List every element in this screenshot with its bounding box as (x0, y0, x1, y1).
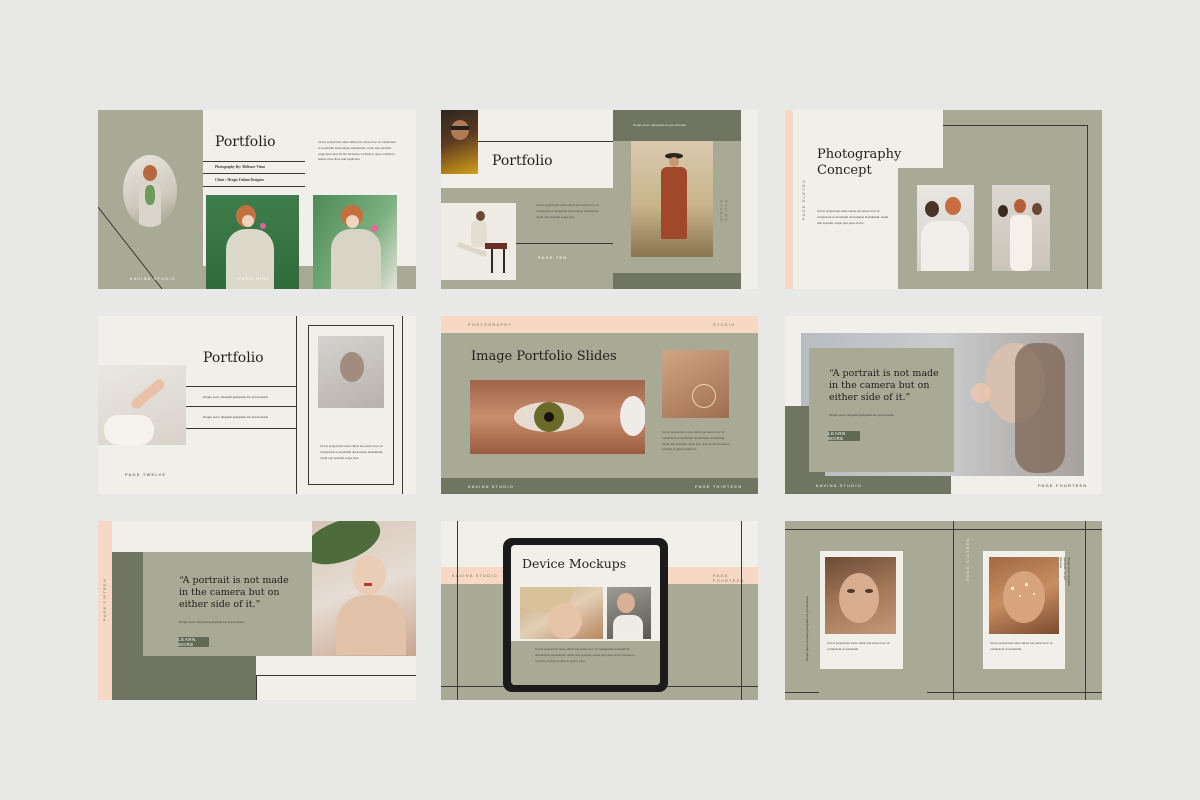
slide-portfolio-2[interactable]: Portfolio Sed ut perspiciatis unde omnis… (441, 110, 758, 289)
freckles-portrait-photo (989, 557, 1059, 634)
frame-left (296, 316, 297, 494)
footer-right: PAGE NINE (238, 276, 271, 281)
body-text: Sed ut perspiciatis unde omnis iste natu… (662, 430, 730, 452)
slide-device-mockups[interactable]: KAVINA STUDIO PAGE FOURTEEN Device Mocku… (441, 521, 758, 700)
slide-image-portfolio[interactable]: PHOTOGRAPHY STUDIO KAVINA STUDIO PAGE TH… (441, 316, 758, 494)
trio-portrait-photo (992, 185, 1050, 271)
rule (1087, 125, 1088, 289)
side-label: PAGE ELEVEN (801, 179, 806, 220)
rule (457, 521, 458, 700)
rule (256, 675, 257, 700)
page-title: Portfolio (203, 350, 264, 366)
rule (741, 521, 742, 700)
page-title: Photography Concept (817, 147, 902, 178)
rule (186, 428, 296, 429)
page-title: Image Portfolio Slides (471, 349, 617, 364)
leaf-portrait-photo (312, 521, 416, 656)
sunglasses-photo (441, 110, 478, 174)
body-text: Sed ut perspiciatis unde omnis iste natu… (318, 140, 396, 162)
learn-more-button[interactable]: LEARN MORE (828, 431, 860, 441)
eye-closeup-photo (470, 380, 645, 454)
duo-portrait-photo (917, 185, 974, 271)
green-backdrop-photo (206, 195, 299, 289)
frame-rule (953, 521, 954, 700)
side-text-a: Neque porro aliquam quisquam est qui dol… (805, 596, 809, 661)
page-label: PAGE TWELVE (125, 472, 167, 477)
green-fabric-photo (313, 195, 397, 289)
shoulder-necklace-photo (662, 350, 729, 418)
straw-hat-photo (520, 587, 603, 639)
credit-client: Client : Hergio Fabian Designer (215, 178, 265, 182)
quote-text: “A portrait is not made in the camera bu… (179, 575, 289, 610)
frame-rule (1085, 521, 1086, 700)
veiled-portrait-photo (318, 336, 384, 408)
side-text-b: Neque porro aliquam quisquam est qui dol… (1059, 557, 1071, 586)
rule (186, 386, 296, 387)
slide-portfolio-1[interactable]: Portfolio Photography By: Melisaer Vieno… (98, 110, 416, 289)
body-text: Sed ut perspiciatis unde omnis iste natu… (536, 203, 600, 219)
body-text: Sed ut perspiciatis unde omnis iste natu… (817, 209, 889, 225)
quote-box (809, 348, 954, 472)
slide-photography-concept[interactable]: Photography Concept Sed ut perspiciatis … (785, 110, 1102, 289)
footer-left: KAVINA STUDIO (816, 483, 862, 488)
band-right: STUDIO (713, 322, 736, 327)
frame-rule (785, 529, 1102, 530)
quote-sub: Neque porro aliquam quisquam est qui dol… (829, 413, 894, 417)
footer-right: PAGE FOURTEEN (1038, 483, 1088, 488)
rule (478, 141, 613, 142)
side-label: KAVINA STUDIO (719, 200, 729, 223)
hair-portrait-photo (825, 557, 896, 634)
white-top-photo (607, 587, 651, 639)
learn-more-button[interactable]: LEARN MORE (178, 637, 209, 647)
chair-pose-photo (441, 203, 516, 280)
dark-footer (785, 476, 951, 494)
band-left: PHOTOGRAPHY (468, 322, 513, 327)
list-item-b: Neque porro aliquam quisquam est qui dol… (203, 415, 268, 419)
page-title: Device Mockups (522, 556, 627, 571)
header-quote: Neque porro quisquam est qui dolorem (633, 123, 687, 127)
side-label: PAGE SIXTEEN (965, 537, 970, 581)
slide-dual-portraits[interactable]: Sed ut perspiciatis unde omnis iste natu… (785, 521, 1102, 700)
frame-right (402, 316, 403, 494)
band-left: KAVINA STUDIO (452, 573, 498, 578)
body-text: Sed ut perspiciatis unde omnis iste natu… (320, 444, 384, 460)
band-right: PAGE FOURTEEN (713, 573, 745, 583)
rule (203, 161, 305, 162)
rule (203, 173, 305, 174)
rule (186, 406, 296, 407)
caption-b: Sed ut perspiciatis unde omnis iste natu… (990, 641, 1053, 651)
field-hat-photo (631, 141, 713, 257)
page-label: PAGE TEN (538, 255, 568, 260)
page-title: Portfolio (215, 134, 276, 150)
rule (516, 243, 613, 244)
slide-quote-1[interactable]: “A portrait is not made in the camera bu… (785, 316, 1102, 494)
rule (203, 186, 305, 187)
hands-photo (98, 365, 186, 445)
side-label: PAGE FIFTEEN (102, 578, 107, 621)
footer-left: KAVINA STUDIO (468, 484, 514, 489)
credit-photographer: Photography By: Melisaer Vieno (215, 165, 266, 169)
footer-right: PAGE THIRTEEN (695, 484, 743, 489)
rule (943, 125, 1088, 126)
quote-text: “A portrait is not made in the camera bu… (829, 368, 939, 403)
slide-quote-2[interactable]: PAGE FIFTEEN “A portrait is not made in … (98, 521, 416, 700)
list-item-a: Neque porro aliquam quisquam est qui dol… (203, 395, 268, 399)
dark-footer (613, 273, 741, 289)
caption-a: Sed ut perspiciatis unde omnis iste natu… (827, 641, 890, 651)
rule (256, 675, 416, 676)
quote-sub: Neque porro aliquam quisquam est qui dol… (179, 620, 244, 624)
body-text: Sed ut perspiciatis unde omnis iste natu… (535, 647, 635, 663)
page-title: Portfolio (492, 153, 553, 169)
oval-portrait-photo (123, 155, 177, 227)
peach-strip (785, 110, 793, 289)
footer-left: KAVINA STUDIO (130, 276, 176, 281)
slide-portfolio-3[interactable]: Portfolio Neque porro aliquam quisquam e… (98, 316, 416, 494)
